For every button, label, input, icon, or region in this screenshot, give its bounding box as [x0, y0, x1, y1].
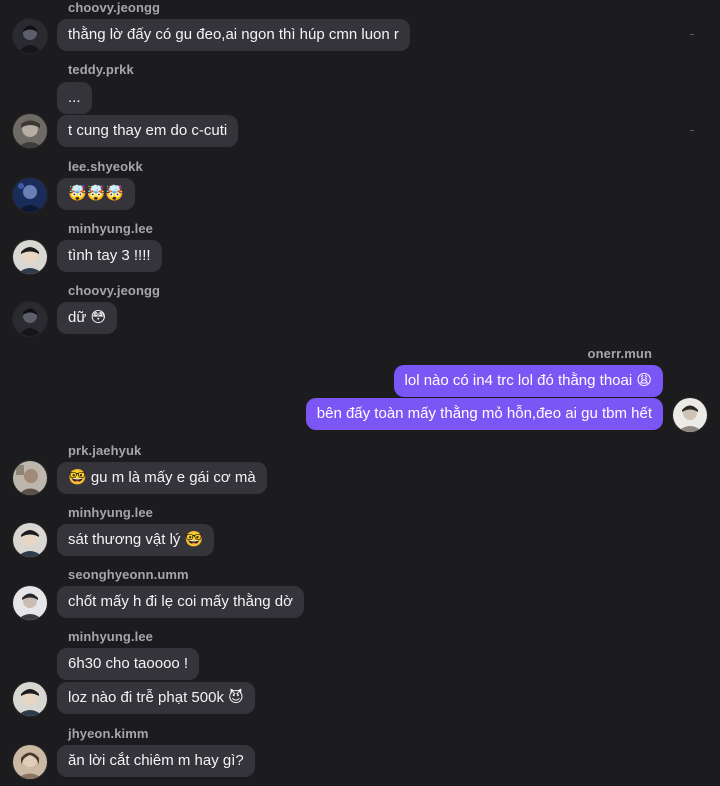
sender-name: prk.jaehyuk [68, 443, 142, 458]
message-bubble[interactable]: sát thương vật lý 🤓 [57, 524, 215, 556]
sender-name: jhyeon.kimm [68, 726, 149, 741]
sender-name: lee.shyeokk [68, 159, 143, 174]
avatar[interactable] [13, 178, 47, 212]
avatar[interactable] [13, 19, 47, 53]
avatar[interactable] [13, 682, 47, 716]
avatar[interactable] [13, 586, 47, 620]
avatar[interactable] [673, 398, 707, 432]
sender-name: choovy.jeongg [68, 283, 161, 298]
scroll-marker [690, 34, 694, 35]
sender-name: minhyung.lee [68, 221, 153, 236]
avatar[interactable] [13, 114, 47, 148]
avatar[interactable] [13, 240, 47, 274]
scroll-marker [690, 130, 694, 131]
message-bubble[interactable]: chốt mấy h đi lẹ coi mấy thằng dờ [57, 586, 304, 618]
avatar[interactable] [13, 523, 47, 557]
message-bubble[interactable]: ăn lời cắt chiêm m hay gì? [57, 745, 255, 777]
message-bubble-outgoing[interactable]: lol nào có in4 trc lol đó thằng thoai 😩 [393, 365, 663, 397]
sender-name: choovy.jeongg [68, 0, 161, 15]
message-bubble[interactable]: dữ 😳 [57, 302, 118, 334]
message-bubble-outgoing[interactable]: bên đấy toàn mấy thằng mỏ hỗn,đeo ai gu … [305, 398, 663, 430]
sender-name: teddy.prkk [68, 62, 134, 77]
message-bubble[interactable]: t cung thay em do c-cuti [57, 115, 239, 147]
message-bubble[interactable]: thằng lờ đấy có gu đeo,ai ngon thì húp c… [57, 19, 410, 51]
message-bubble[interactable]: tình tay 3 !!!! [57, 240, 162, 272]
sender-name: onerr.mun [587, 346, 652, 361]
sender-name: seonghyeonn.umm [68, 567, 189, 582]
avatar[interactable] [13, 461, 47, 495]
message-bubble[interactable]: ... [57, 82, 92, 114]
sender-name: minhyung.lee [68, 629, 153, 644]
sender-name: minhyung.lee [68, 505, 153, 520]
message-bubble[interactable]: 6h30 cho taoooo ! [57, 648, 200, 680]
message-bubble[interactable]: 🤯🤯🤯 [57, 178, 136, 210]
message-bubble[interactable]: 🤓 gu m là mấy e gái cơ mà [57, 462, 267, 494]
avatar[interactable] [13, 745, 47, 779]
avatar[interactable] [13, 302, 47, 336]
message-bubble[interactable]: loz nào đi trễ phạt 500k 😈 [57, 682, 255, 714]
